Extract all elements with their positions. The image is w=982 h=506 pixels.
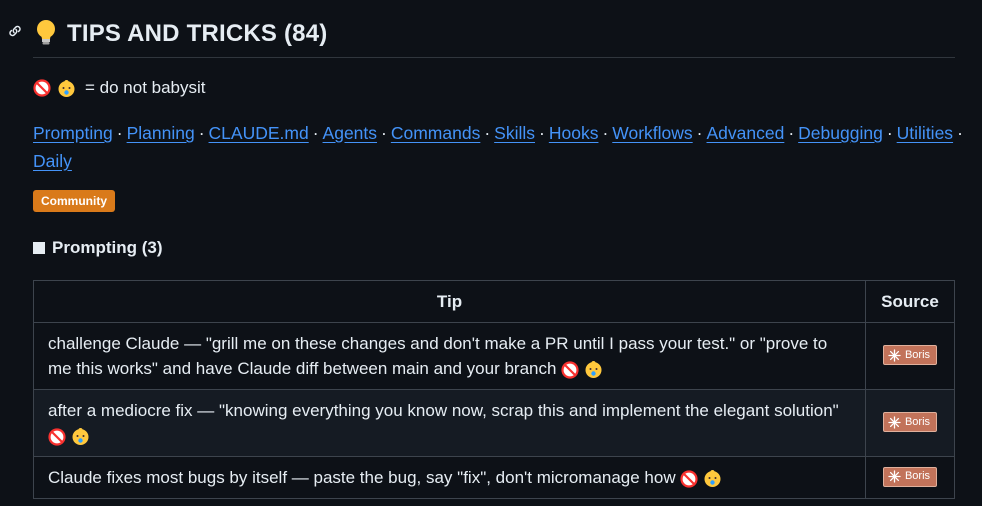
nav-separator: · bbox=[116, 123, 123, 143]
legend-text: = do not babysit bbox=[85, 78, 206, 97]
page-heading: TIPS AND TRICKS (84) bbox=[33, 17, 955, 58]
nav-link-hooks[interactable]: Hooks bbox=[549, 123, 599, 143]
nav-separator: · bbox=[198, 123, 205, 143]
source-label: Boris bbox=[904, 415, 931, 428]
nav-link-workflows[interactable]: Workflows bbox=[612, 123, 692, 143]
nav-separator: · bbox=[957, 123, 963, 143]
nav-separator: · bbox=[788, 123, 795, 143]
tip-text: challenge Claude — "grill me on these ch… bbox=[48, 334, 828, 378]
table-row: after a mediocre fix — "knowing everythi… bbox=[33, 389, 955, 457]
table-row: Claude fixes most bugs by itself — paste… bbox=[33, 456, 955, 499]
nav-link-commands[interactable]: Commands bbox=[391, 123, 480, 143]
nav-link-utilities[interactable]: Utilities bbox=[897, 123, 953, 143]
nav-link-skills[interactable]: Skills bbox=[494, 123, 535, 143]
nav-link-planning[interactable]: Planning bbox=[127, 123, 195, 143]
baby-icon bbox=[585, 361, 602, 379]
no-entry-icon bbox=[48, 427, 66, 446]
no-entry-icon bbox=[33, 79, 51, 97]
nav-separator: · bbox=[886, 123, 893, 143]
source-badge[interactable]: Boris bbox=[882, 345, 938, 365]
nav-link-debugging[interactable]: Debugging bbox=[798, 123, 883, 143]
section-title: Prompting (3) bbox=[33, 238, 163, 258]
tips-table: Tip Source challenge Claude — "grill me … bbox=[33, 280, 955, 499]
nav-separator: · bbox=[484, 123, 491, 143]
baby-icon bbox=[72, 428, 89, 446]
legend: = do not babysit bbox=[33, 78, 206, 98]
nav-link-advanced[interactable]: Advanced bbox=[707, 123, 785, 143]
section-title-text: Prompting (3) bbox=[52, 238, 163, 257]
nav-link-prompting[interactable]: Prompting bbox=[33, 123, 113, 143]
table-header-row: Tip Source bbox=[33, 280, 955, 323]
table-row: challenge Claude — "grill me on these ch… bbox=[33, 322, 955, 390]
tip-text: after a mediocre fix — "knowing everythi… bbox=[48, 401, 839, 420]
source-badge[interactable]: Boris bbox=[882, 412, 938, 432]
tip-cell: Claude fixes most bugs by itself — paste… bbox=[33, 456, 866, 499]
source-label: Boris bbox=[904, 470, 931, 482]
tip-text: Claude fixes most bugs by itself — paste… bbox=[48, 468, 676, 487]
nav-link-claude-md[interactable]: CLAUDE.md bbox=[209, 123, 309, 143]
no-entry-icon bbox=[680, 469, 698, 488]
community-badge[interactable]: Community bbox=[33, 190, 115, 212]
no-entry-icon bbox=[561, 360, 579, 379]
nav-separator: · bbox=[696, 123, 703, 143]
sparkle-burst-icon bbox=[888, 348, 901, 362]
source-cell: Boris bbox=[865, 322, 955, 390]
nav-link-daily[interactable]: Daily bbox=[33, 151, 72, 171]
baby-icon bbox=[704, 470, 721, 488]
source-cell: Boris bbox=[865, 389, 955, 457]
column-header-source: Source bbox=[865, 280, 955, 323]
nav-separator: · bbox=[602, 123, 609, 143]
page-title: TIPS AND TRICKS (84) bbox=[67, 20, 328, 47]
source-label: Boris bbox=[904, 348, 931, 361]
nav-separator: · bbox=[381, 123, 387, 143]
source-cell: Boris bbox=[865, 456, 955, 499]
tip-cell: after a mediocre fix — "knowing everythi… bbox=[33, 389, 866, 457]
nav-separator: · bbox=[312, 123, 319, 143]
baby-icon bbox=[58, 79, 75, 97]
nav-link-agents[interactable]: Agents bbox=[323, 123, 377, 143]
source-badge[interactable]: Boris bbox=[882, 466, 938, 487]
white-square-icon bbox=[33, 242, 45, 254]
section-nav: Prompting · Planning · CLAUDE.md · Agents · Comm… bbox=[33, 119, 963, 175]
light-bulb-icon bbox=[37, 20, 55, 45]
link-anchor-icon[interactable] bbox=[7, 23, 23, 39]
column-header-tip: Tip bbox=[33, 280, 866, 323]
tip-cell: challenge Claude — "grill me on these ch… bbox=[33, 322, 866, 390]
sparkle-burst-icon bbox=[888, 470, 901, 483]
sparkle-burst-icon bbox=[888, 415, 901, 429]
nav-separator: · bbox=[539, 123, 545, 143]
